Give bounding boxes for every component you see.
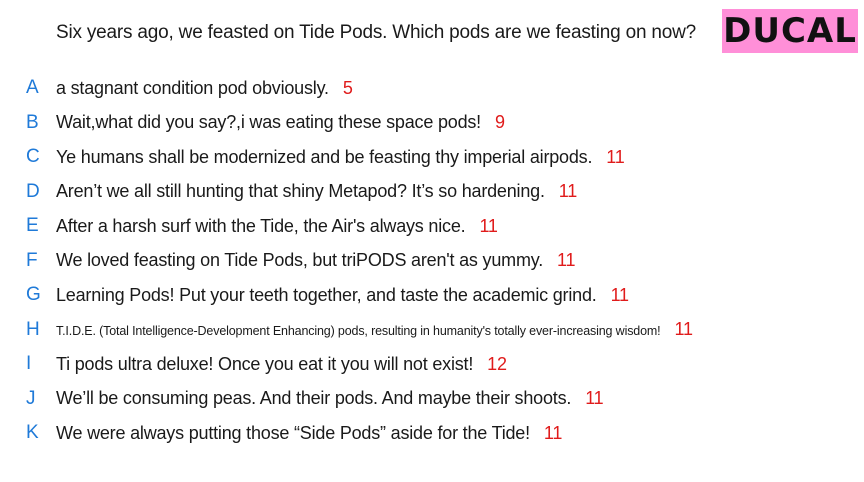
answer-label: Wait,what did you say?,i was eating thes…	[56, 112, 481, 132]
answer-label: Ti pods ultra deluxe! Once you eat it yo…	[56, 353, 474, 374]
answer-letter: D	[26, 180, 40, 202]
answer-row-j: J We’ll be consuming peas. And their pod…	[0, 384, 864, 414]
answer-letter: E	[26, 215, 39, 236]
answer-row-f: F We loved feasting on Tide Pods, but tr…	[0, 246, 864, 276]
answer-text: T.I.D.E. (Total Intelligence-Development…	[56, 319, 693, 340]
ducal-badge: DUCAL	[722, 9, 858, 53]
answer-score: 11	[558, 181, 578, 201]
answer-score: 11	[479, 215, 498, 236]
answer-text: Ti pods ultra deluxe! Once you eat it yo…	[56, 354, 507, 375]
answer-row-g: G Learning Pods! Put your teeth together…	[0, 280, 864, 310]
answer-label: We loved feasting on Tide Pods, but triP…	[56, 250, 543, 270]
answer-label: After a harsh surf with the Tide, the Ai…	[56, 215, 466, 236]
answer-row-k: K We were always putting those “Side Pod…	[0, 418, 864, 448]
answer-score: 11	[585, 388, 604, 408]
answer-label: T.I.D.E. (Total Intelligence-Development…	[56, 324, 661, 338]
answer-text: Wait,what did you say?,i was eating thes…	[56, 112, 505, 133]
answer-row-d: D Aren’t we all still hunting that shiny…	[0, 177, 864, 207]
answer-text: We were always putting those “Side Pods”…	[56, 423, 562, 444]
question-text: Six years ago, we feasted on Tide Pods. …	[56, 22, 697, 43]
answer-letter: H	[26, 318, 40, 340]
answer-row-a: A a stagnant condition pod obviously. 5	[0, 73, 864, 103]
answer-letter: C	[26, 146, 40, 167]
answer-label: We’ll be consuming peas. And their pods.…	[56, 388, 572, 408]
answer-score: 5	[342, 77, 353, 98]
answer-row-e: E After a harsh surf with the Tide, the …	[0, 211, 864, 241]
answer-text: After a harsh surf with the Tide, the Ai…	[56, 216, 498, 237]
answer-label: Ye humans shall be modernized and be fea…	[56, 146, 593, 167]
answer-text: We’ll be consuming peas. And their pods.…	[56, 388, 604, 409]
answer-row-i: I Ti pods ultra deluxe! Once you eat it …	[0, 349, 864, 379]
answer-row-c: C Ye humans shall be modernized and be f…	[0, 142, 864, 172]
answer-text: a stagnant condition pod obviously. 5	[56, 78, 353, 99]
answer-row-h: H T.I.D.E. (Total Intelligence-Developme…	[0, 315, 864, 345]
answer-letter: G	[26, 284, 41, 305]
answer-score: 11	[606, 146, 625, 167]
answer-letter: F	[26, 249, 38, 271]
answer-label: a stagnant condition pod obviously.	[56, 77, 329, 98]
answer-letter: J	[26, 387, 36, 409]
answer-score: 11	[543, 422, 563, 443]
answer-score: 11	[674, 319, 693, 339]
answer-text: Ye humans shall be modernized and be fea…	[56, 147, 625, 168]
answer-score: 11	[557, 250, 576, 270]
answer-text: Aren’t we all still hunting that shiny M…	[56, 181, 577, 202]
answer-label: We were always putting those “Side Pods”…	[56, 422, 530, 443]
answer-letter: A	[26, 77, 39, 98]
answer-text: Learning Pods! Put your teeth together, …	[56, 285, 629, 306]
answer-letter: K	[26, 422, 39, 443]
answer-label: Learning Pods! Put your teeth together, …	[56, 284, 597, 305]
answer-score: 9	[494, 112, 505, 132]
answer-row-b: B Wait,what did you say?,i was eating th…	[0, 108, 864, 138]
answer-text: We loved feasting on Tide Pods, but triP…	[56, 250, 576, 271]
answer-label: Aren’t we all still hunting that shiny M…	[56, 181, 545, 201]
answer-score: 11	[610, 284, 630, 305]
answer-letter: I	[26, 353, 32, 374]
answer-score: 12	[487, 353, 507, 374]
answer-letter: B	[26, 111, 39, 133]
